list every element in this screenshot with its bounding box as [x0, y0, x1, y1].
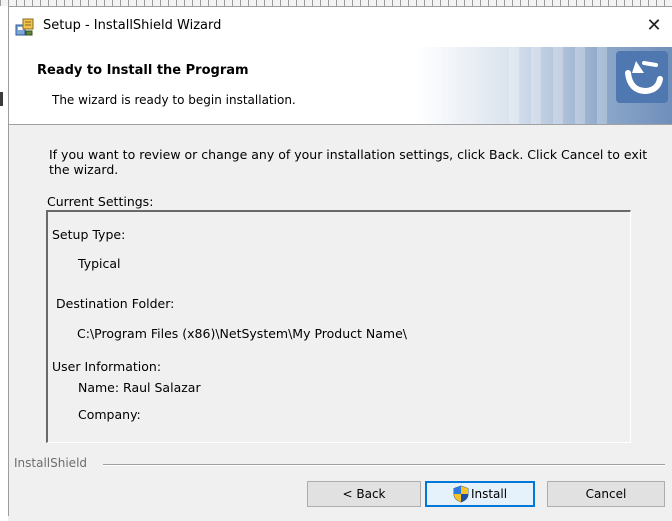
close-button[interactable]: ✕ — [641, 14, 667, 38]
current-settings-label: Current Settings: — [47, 194, 154, 209]
destination-folder-label: Destination Folder: — [56, 296, 175, 311]
user-information-label: User Information: — [52, 359, 162, 374]
install-button[interactable]: Install — [425, 481, 535, 507]
footer-divider — [103, 464, 665, 466]
instructions-text: If you want to review or change any of y… — [49, 147, 648, 177]
page-subtitle: The wizard is ready to begin installatio… — [52, 93, 296, 107]
install-button-label: Install — [470, 487, 508, 501]
installshield-logo-icon — [616, 51, 668, 103]
footer-brand-label: InstallShield — [14, 456, 88, 470]
title-bar: Setup - InstallShield Wizard ✕ — [9, 7, 672, 47]
header-divider — [9, 124, 672, 125]
user-name-line: Name: Raul Salazar — [78, 380, 201, 395]
cancel-button[interactable]: Cancel — [547, 481, 665, 507]
header-bands — [509, 47, 609, 124]
setup-type-value: Typical — [78, 256, 121, 271]
wizard-header: Ready to Install the Program The wizard … — [9, 47, 672, 124]
installshield-app-icon — [15, 18, 34, 36]
company-line: Company: — [78, 407, 141, 422]
back-button[interactable]: < Back — [307, 481, 421, 507]
setup-type-label: Setup Type: — [52, 227, 126, 242]
destination-folder-value: C:\Program Files (x86)\NetSystem\My Prod… — [77, 326, 407, 341]
left-edge-strip — [0, 6, 8, 521]
close-icon: ✕ — [646, 15, 662, 36]
uac-shield-icon — [453, 485, 469, 503]
settings-summary-box[interactable]: Setup Type: Typical Destination Folder: … — [46, 210, 631, 443]
page-title: Ready to Install the Program — [37, 63, 249, 78]
left-edge-marker — [0, 92, 3, 106]
installer-window: Setup - InstallShield Wizard ✕ Ready to … — [8, 6, 672, 516]
window-title: Setup - InstallShield Wizard — [43, 18, 222, 33]
